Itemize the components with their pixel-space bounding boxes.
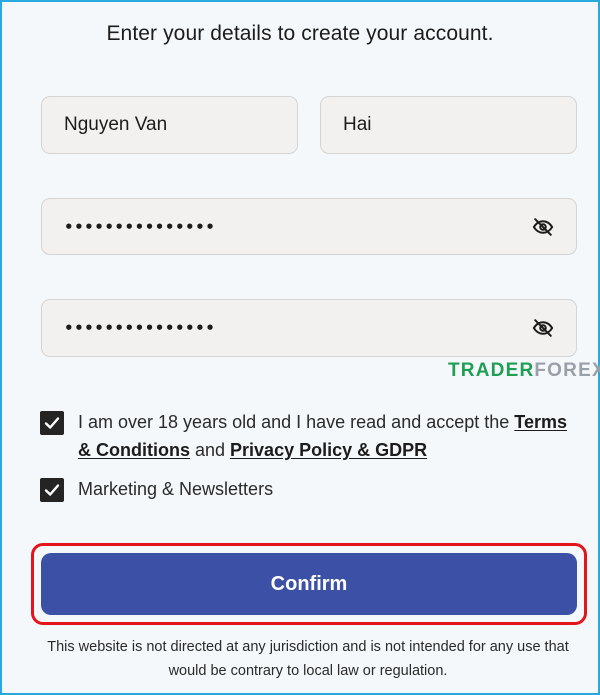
traderforex-watermark: TRADERFOREX xyxy=(448,360,600,382)
confirm-password-value: ••••••••••••••• xyxy=(64,319,216,337)
first-name-field[interactable]: Nguyen Van xyxy=(41,96,298,154)
password-field[interactable]: ••••••••••••••• xyxy=(41,198,577,255)
signup-form-panel: Enter your details to create your accoun… xyxy=(0,0,600,695)
last-name-value: Hai xyxy=(343,114,372,135)
marketing-label: Marketing & Newsletters xyxy=(78,479,274,499)
terms-label: I am over 18 years old and I have read a… xyxy=(78,408,578,464)
marketing-checkbox[interactable] xyxy=(40,478,64,502)
first-name-value: Nguyen Van xyxy=(64,114,168,135)
watermark-part1: TRADER xyxy=(448,360,535,381)
jurisdiction-disclaimer: This website is not directed at any juri… xyxy=(47,639,569,679)
terms-checkbox[interactable] xyxy=(40,411,64,435)
privacy-policy-link[interactable]: Privacy Policy & GDPR xyxy=(230,440,427,460)
eye-off-icon[interactable] xyxy=(532,317,554,339)
form-heading: Enter your details to create your accoun… xyxy=(106,22,494,45)
checkmark-icon xyxy=(44,484,60,496)
confirm-button-label: Confirm xyxy=(270,572,348,595)
watermark-part2: FOREX xyxy=(534,360,600,381)
last-name-field[interactable]: Hai xyxy=(320,96,577,154)
confirm-button[interactable]: Confirm xyxy=(41,553,577,615)
confirm-password-field[interactable]: ••••••••••••••• xyxy=(41,299,577,357)
terms-and-text: and xyxy=(189,440,231,460)
eye-off-icon[interactable] xyxy=(532,216,554,238)
checkmark-icon xyxy=(44,417,60,429)
terms-text: I am over 18 years old and I have read a… xyxy=(78,412,515,432)
password-value: ••••••••••••••• xyxy=(64,217,216,236)
